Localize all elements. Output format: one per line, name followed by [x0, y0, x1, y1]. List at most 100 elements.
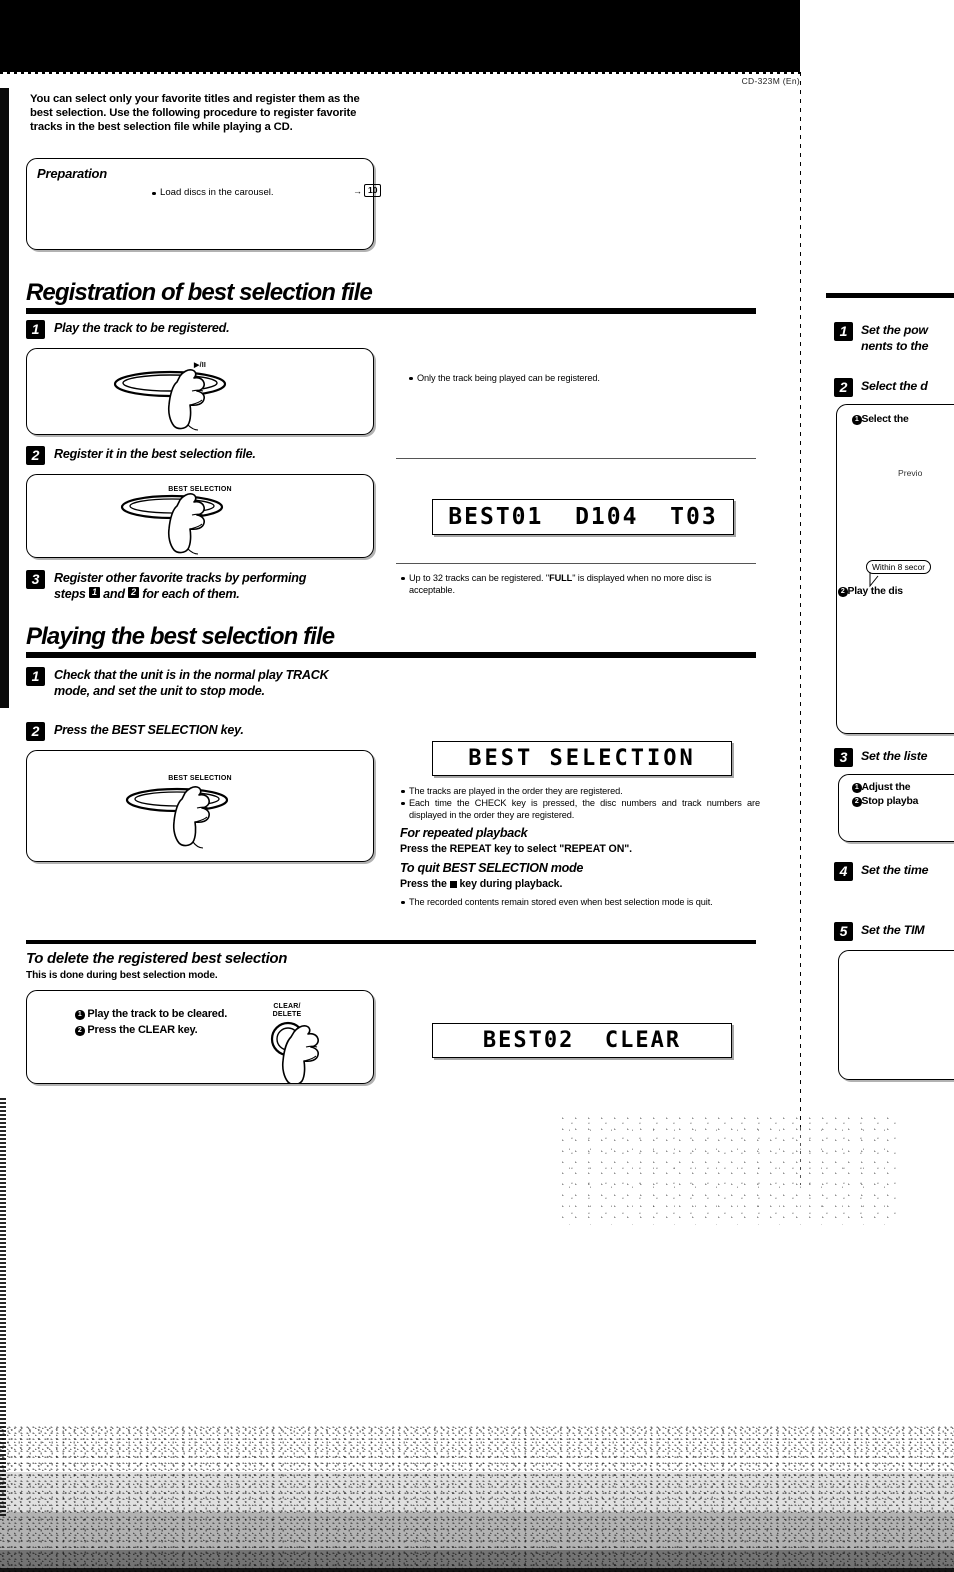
best-selection-key-knob-and-hand-icon	[125, 786, 229, 849]
preparation-page-reference: → 10	[353, 184, 382, 197]
playing-step-2: 2 Press the BEST SELECTION key.	[26, 722, 244, 741]
right-step-3-sub1: 1 Adjust the	[852, 782, 910, 793]
section-registration: Registration of best selection file	[26, 280, 756, 314]
lcd-display-best02-clear: BEST02 CLEAR	[432, 1023, 732, 1058]
scan-top-black-band	[0, 0, 800, 74]
note-divider	[396, 563, 756, 565]
step-number-badge: 1	[26, 320, 45, 339]
circled-number-2: 2	[838, 587, 848, 597]
delete-heading: To delete the registered best selection	[26, 950, 288, 967]
step-text: Select the d	[861, 379, 928, 393]
preparation-item: Load discs in the carousel.	[151, 187, 497, 198]
circled-number-1: 1	[852, 783, 862, 793]
right-step-2-sub1: 1 Select the	[852, 414, 909, 425]
right-step-2-sub2: 2 Play the dis	[838, 586, 903, 597]
stop-square-icon	[449, 881, 457, 888]
step-text-steps-word: steps	[54, 586, 86, 601]
step-number-badge: 2	[26, 722, 45, 741]
preparation-box: Preparation Load discs in the carousel. …	[26, 158, 382, 250]
step-text: Set the liste	[861, 749, 928, 763]
registration-step-3: 3 Register other favorite tracks by perf…	[26, 570, 386, 602]
step-number-badge: 4	[834, 862, 853, 881]
note-text: The recorded contents remain stored even…	[400, 896, 760, 908]
scan-speckle-noise	[560, 1115, 900, 1225]
step-text-line1: Set the pow	[861, 323, 928, 337]
step-text: Register other favorite tracks by perfor…	[54, 570, 306, 602]
step-text: Press the BEST SELECTION key.	[54, 723, 244, 737]
page-identifier: CD-323M (En)	[741, 76, 800, 86]
inline-step-badge-1: 1	[88, 586, 100, 598]
step-number-badge: 2	[26, 446, 45, 465]
section-playing: Playing the best selection file	[26, 624, 756, 658]
quit-mode-note: The recorded contents remain stored even…	[400, 896, 760, 908]
scan-left-black-edge	[0, 88, 9, 708]
playing-note-1: The tracks are played in the order they …	[400, 785, 760, 797]
section-rule	[26, 308, 756, 314]
best-selection-button-illustration: BEST SELECTION	[26, 474, 374, 558]
section-registration-heading: Registration of best selection file	[26, 279, 373, 306]
repeated-playback-heading: For repeated playback	[400, 826, 528, 840]
quit-mode-text: Press the key during playback.	[400, 878, 563, 890]
clear-delete-knob-and-hand-icon	[270, 1021, 319, 1083]
playing-notes: The tracks are played in the order they …	[400, 785, 760, 821]
quit-mode-heading: To quit BEST SELECTION mode	[400, 861, 584, 875]
right-step-2: 2 Select the d	[834, 378, 928, 397]
section-playing-heading: Playing the best selection file	[26, 623, 335, 650]
registration-step-2: 2 Register it in the best selection file…	[26, 446, 256, 465]
step-text-line1: Register other favorite tracks by perfor…	[54, 571, 307, 585]
step-number-badge: 3	[26, 570, 45, 589]
play-pause-button-illustration: ▶/II	[26, 348, 374, 435]
best-selection-key-illustration: BEST SELECTION	[26, 750, 374, 862]
note-text: Up to 32 tracks can be registered. "FULL…	[400, 572, 752, 596]
preparation-title: Preparation	[37, 166, 108, 181]
step-text: Play the track to be registered.	[54, 321, 230, 335]
section-rule	[26, 652, 756, 658]
clear-delete-button-illustration: 1 Play the track to be cleared. 2 Press …	[26, 990, 374, 1084]
step-text-and-word: and	[103, 586, 125, 601]
section-rule	[26, 940, 756, 944]
scanned-manual-page: CD-323M (En) You can select only your fa…	[0, 0, 954, 1572]
play-pause-button-label: ▶/II	[193, 362, 207, 369]
step-text: Check that the unit is in the normal pla…	[54, 667, 329, 699]
repeated-playback-text: Press the REPEAT key to select "REPEAT O…	[400, 843, 633, 855]
step-text: Register it in the best selection file.	[54, 447, 256, 461]
intro-paragraph: You can select only your favorite titles…	[30, 93, 360, 134]
step-text: Set the time	[861, 863, 929, 877]
playing-step-1: 1 Check that the unit is in the normal p…	[26, 667, 396, 699]
right-step-1: 1 Set the pow nents to the	[834, 322, 928, 354]
best-selection-key-label: BEST SELECTION	[168, 775, 232, 782]
step-number-badge: 1	[834, 322, 853, 341]
note-text: Only the track being played can be regis…	[408, 372, 738, 384]
step-number-badge: 1	[26, 667, 45, 686]
circled-number-2: 2	[852, 797, 862, 807]
right-section-rule	[826, 293, 954, 298]
inline-step-badge-2: 2	[128, 586, 140, 598]
step-text-line1: Check that the unit is in the normal pla…	[54, 668, 329, 682]
step-text: Set the pow nents to the	[861, 322, 928, 354]
lcd-text: BEST SELECTION	[468, 746, 696, 771]
registration-step-1-note: Only the track being played can be regis…	[408, 372, 738, 384]
right-step-3-sub2: 2 Stop playba	[852, 796, 918, 807]
right-step-5: 5 Set the TIM	[834, 922, 925, 941]
step-number-badge: 2	[834, 378, 853, 397]
step-text-tail: for each of them.	[142, 586, 240, 601]
right-step-4: 4 Set the time	[834, 862, 928, 881]
right-step-5-box	[838, 950, 954, 1080]
section-delete	[26, 938, 756, 944]
scan-bottom-noise	[0, 1422, 954, 1572]
step-text: Set the TIM	[861, 923, 925, 937]
right-previous-label: Previo	[898, 468, 923, 478]
step-number-badge: 5	[834, 922, 853, 941]
book-page-icon: 10	[364, 184, 382, 197]
registration-step-3-note: Up to 32 tracks can be registered. "FULL…	[400, 572, 752, 596]
page-gutter-dashed-line	[800, 72, 801, 1127]
arrow-icon: →	[353, 185, 362, 196]
step-text-line2: mode, and set the unit to stop mode.	[54, 683, 265, 698]
lcd-text: BEST02 CLEAR	[482, 1028, 682, 1053]
playing-note-2: Each time the CHECK key is pressed, the …	[400, 797, 760, 821]
best-selection-button-label: BEST SELECTION	[168, 486, 232, 493]
right-step-3: 3 Set the liste	[834, 748, 928, 767]
circled-number-1: 1	[852, 415, 862, 425]
step-text-line2: nents to the	[861, 338, 929, 353]
step-number-badge: 3	[834, 748, 853, 767]
